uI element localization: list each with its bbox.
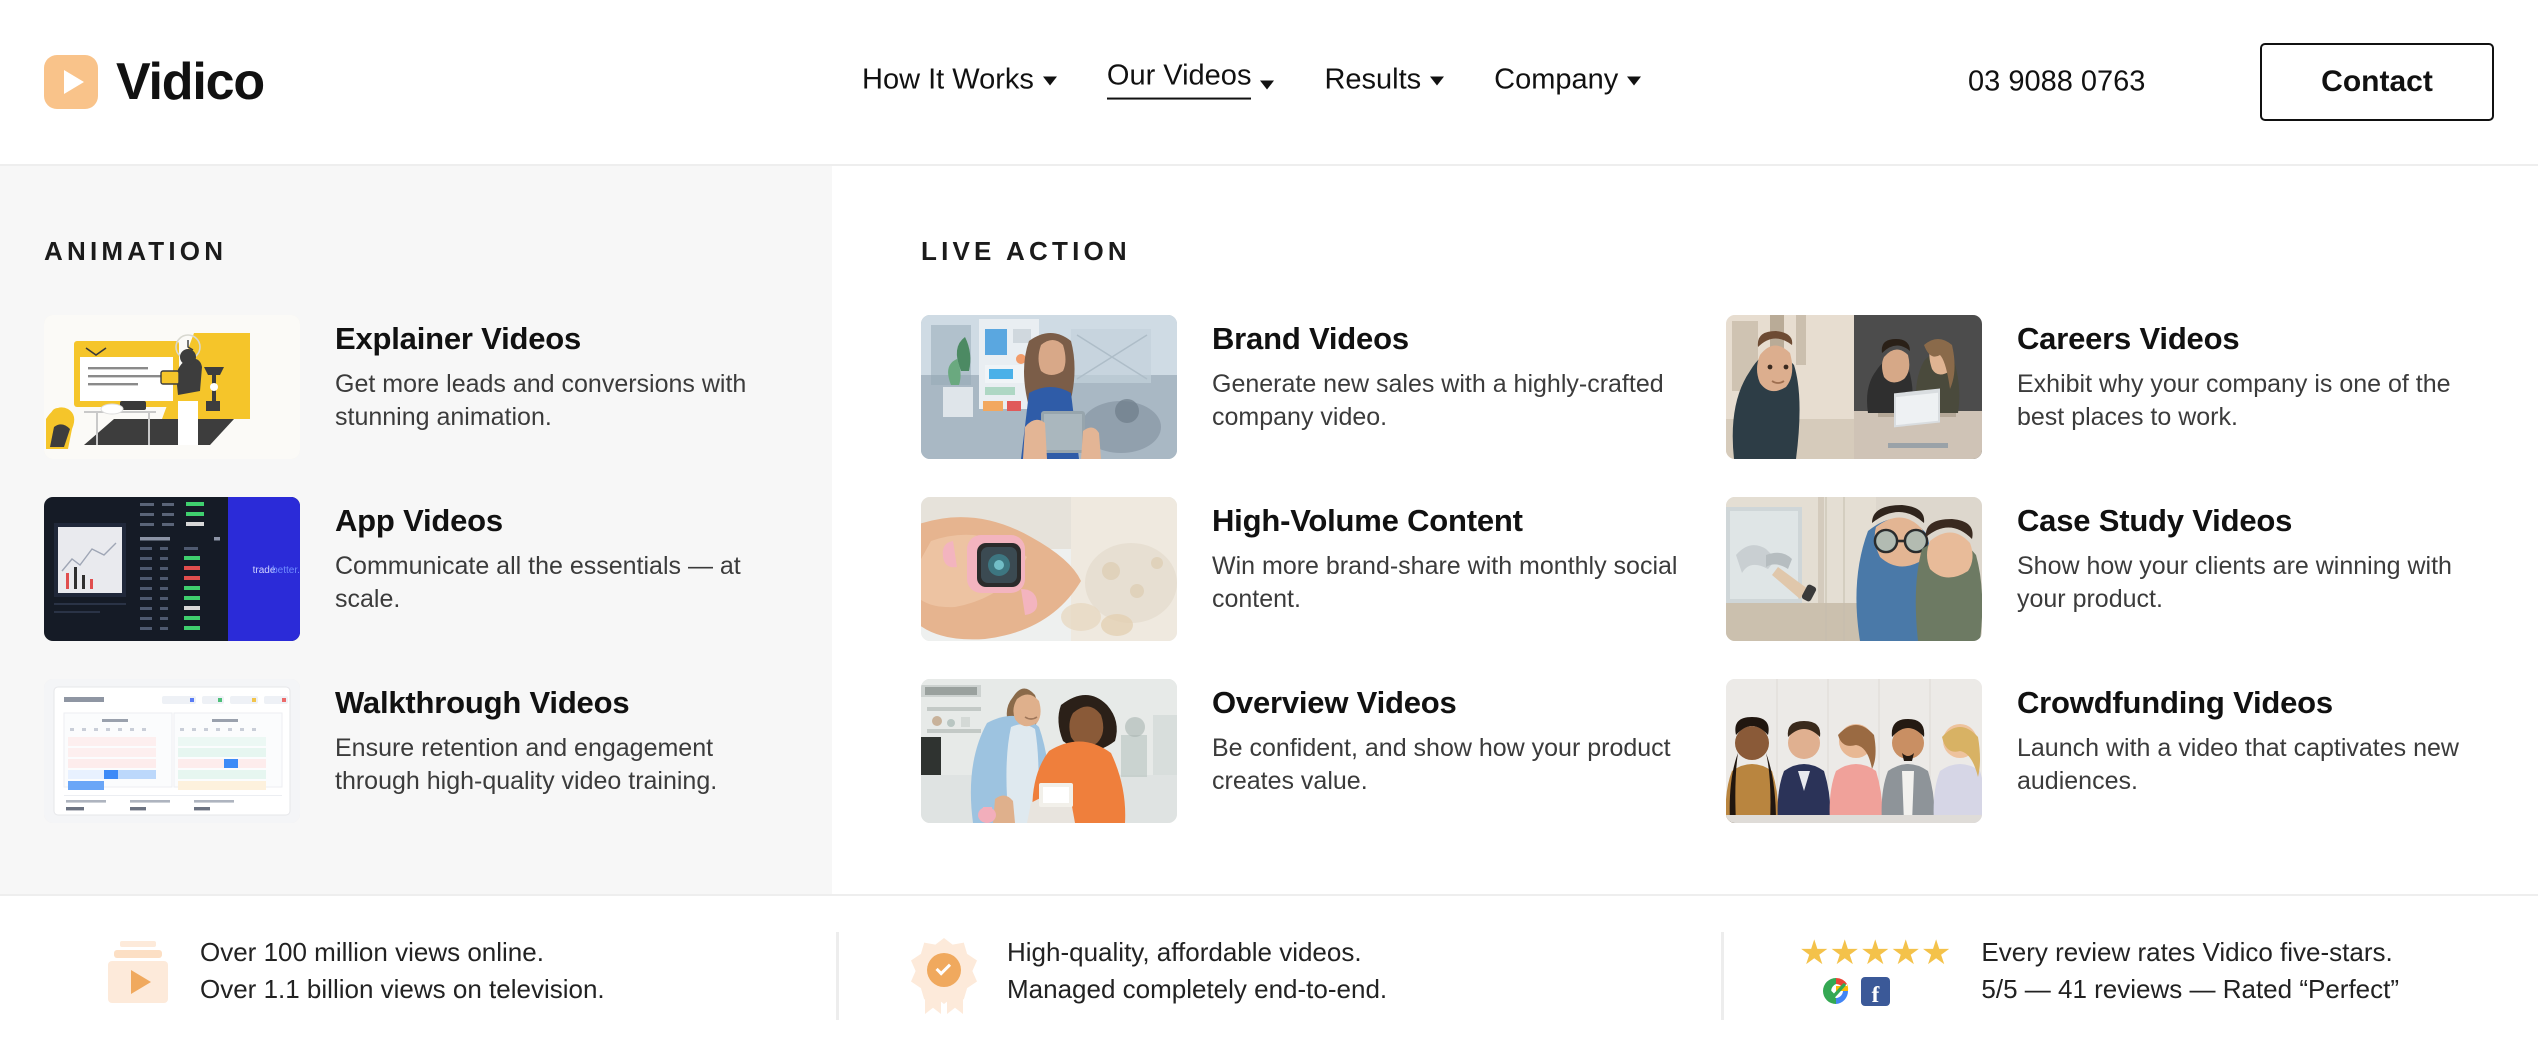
chevron-down-icon [1260, 80, 1275, 90]
app-videos-thumbnail: trade better. [44, 497, 300, 641]
card-description: Communicate all the essentials — at scal… [335, 551, 741, 614]
card-description: Be confident, and show how your product … [1212, 733, 1671, 796]
card-title: Explainer Videos [335, 321, 582, 356]
card-walkthrough-videos[interactable]: Walkthrough Videos Ensure retention and … [44, 679, 832, 823]
card-title: Walkthrough Videos [335, 685, 630, 720]
film-play-icon [106, 939, 170, 1003]
card-description: Launch with a video that captivates new … [2017, 733, 2459, 796]
card-crowdfunding-videos[interactable]: Crowdfunding Videos Launch with a video … [1726, 679, 2531, 823]
stat-line-2: 5/5 — 41 reviews — Rated “Perfect” [1981, 974, 2400, 1004]
live-action-section-title: LIVE ACTION [921, 236, 1131, 266]
nav-label: Our Videos [1106, 60, 1252, 100]
logo[interactable]: Vidico [44, 53, 265, 111]
high-volume-content-thumbnail [921, 497, 1177, 641]
card-brand-videos[interactable]: Brand Videos Generate new sales with a h… [921, 315, 1726, 459]
live-action-column: LIVE ACTION Brand Videos Generate new sa… [832, 166, 2538, 894]
animation-card-list: Explainer Videos Get more leads and conv… [44, 315, 832, 823]
case-study-videos-thumbnail [1726, 497, 1982, 641]
nav-item-our-videos[interactable]: Our Videos [1106, 60, 1275, 104]
google-review-icon [1821, 976, 1851, 1006]
nav-label: How It Works [862, 63, 1034, 96]
trust-bar: Over 100 million views online. Over 1.1 … [0, 894, 2538, 1046]
card-title: Brand Videos [1212, 321, 1409, 356]
overview-videos-thumbnail [921, 679, 1177, 823]
facebook-review-icon: f [1861, 976, 1890, 1006]
contact-button[interactable]: Contact [2260, 43, 2494, 121]
card-title: Careers Videos [2017, 321, 2240, 356]
card-title: Case Study Videos [2017, 503, 2293, 538]
animation-section-title: ANIMATION [44, 236, 228, 266]
play-icon [44, 55, 98, 109]
mega-menu-panel: ANIMATION Explainer Videos Get more lead… [0, 166, 2538, 894]
card-title: Crowdfunding Videos [2017, 685, 2333, 720]
card-explainer-videos[interactable]: Explainer Videos Get more leads and conv… [44, 315, 832, 459]
card-description: Exhibit why your company is one of the b… [2017, 369, 2451, 432]
stat-line-2: Managed completely end-to-end. [1007, 974, 1388, 1004]
card-description: Win more brand-share with monthly social… [1212, 551, 1678, 614]
nav-label: Company [1494, 63, 1619, 96]
stat-reviews: ★★★★★ f Every review rates Vidico five-s… [1718, 896, 2538, 1046]
card-title: Overview Videos [1212, 685, 1457, 720]
card-app-videos[interactable]: trade better. App Videos Communicate all… [44, 497, 832, 641]
card-careers-videos[interactable]: Careers Videos Exhibit why your company … [1726, 315, 2531, 459]
site-header: Vidico How It Works Our Videos Results C… [0, 0, 2538, 166]
card-case-study-videos[interactable]: Case Study Videos Show how your clients … [1726, 497, 2531, 641]
stat-views: Over 100 million views online. Over 1.1 … [0, 896, 833, 1046]
crowdfunding-videos-thumbnail [1726, 679, 1982, 823]
card-description: Show how your clients are winning with y… [2017, 551, 2452, 614]
walkthrough-videos-thumbnail [44, 679, 300, 823]
svg-text:better.: better. [272, 565, 300, 576]
review-icon-group: ★★★★★ f [1799, 936, 1951, 1006]
card-title: High-Volume Content [1212, 503, 1523, 538]
nav-item-company[interactable]: Company [1494, 63, 1642, 100]
stat-line-1: Over 100 million views online. [200, 937, 544, 968]
animation-column: ANIMATION Explainer Videos Get more lead… [0, 166, 832, 894]
card-high-volume-content[interactable]: High-Volume Content Win more brand-share… [921, 497, 1726, 641]
phone-number[interactable]: 03 9088 0763 [1968, 66, 2145, 99]
stat-line-1: Every review rates Vidico five-stars. [1981, 937, 2393, 968]
careers-videos-thumbnail [1726, 315, 1982, 459]
stat-line-2: Over 1.1 billion views on television. [200, 974, 605, 1004]
chevron-down-icon [1042, 76, 1057, 86]
card-title: App Videos [335, 503, 503, 538]
brand-name: Vidico [116, 53, 265, 111]
card-description: Generate new sales with a highly-crafted… [1212, 369, 1664, 432]
five-stars-icon: ★★★★★ [1799, 934, 1952, 972]
stat-line-1: High-quality, affordable videos. [1007, 937, 1362, 968]
explainer-videos-thumbnail [44, 315, 300, 459]
quality-badge-icon [911, 938, 977, 1014]
card-overview-videos[interactable]: Overview Videos Be confident, and show h… [921, 679, 1726, 823]
stat-quality: High-quality, affordable videos. Managed… [833, 896, 1718, 1046]
chevron-down-icon [1430, 76, 1445, 86]
card-description: Ensure retention and engagement through … [335, 733, 718, 796]
live-action-grid: Brand Videos Generate new sales with a h… [921, 315, 2538, 823]
nav-label: Results [1324, 63, 1422, 96]
nav-item-how-it-works[interactable]: How It Works [862, 63, 1057, 100]
main-nav: How It Works Our Videos Results Company [862, 60, 1642, 104]
card-description: Get more leads and conversions with stun… [335, 369, 747, 432]
nav-item-results[interactable]: Results [1324, 63, 1445, 100]
chevron-down-icon [1627, 76, 1642, 86]
brand-videos-thumbnail [921, 315, 1177, 459]
